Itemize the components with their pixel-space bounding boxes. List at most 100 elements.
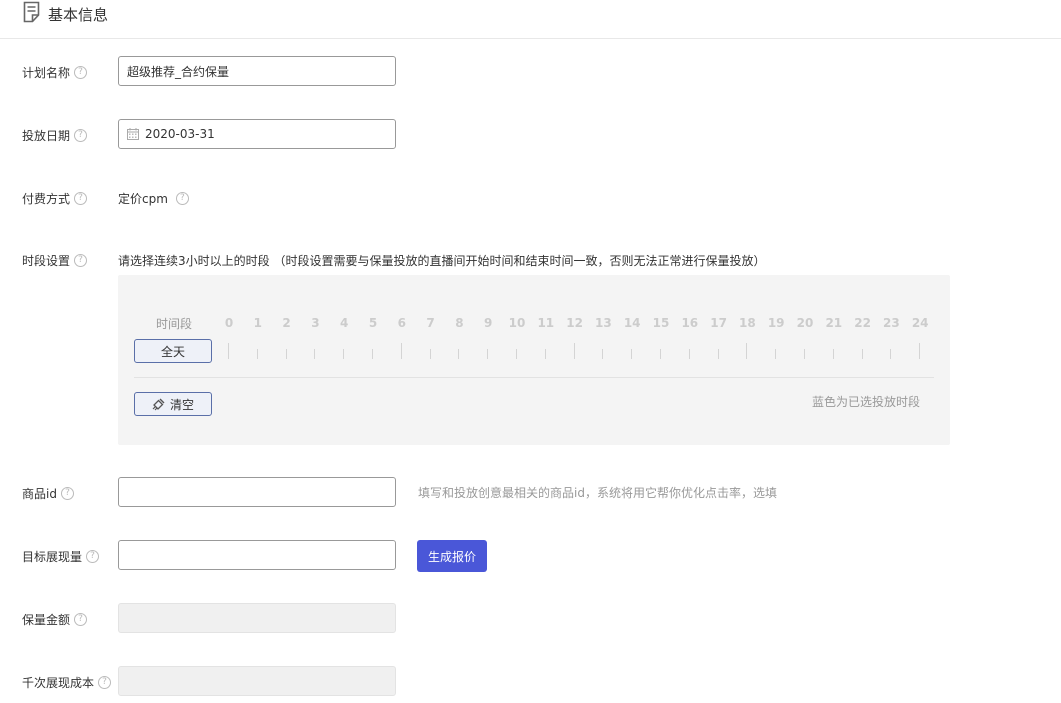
hour-tick (285, 349, 287, 359)
hour-label: 3 (311, 316, 320, 330)
help-icon[interactable]: ? (74, 613, 88, 626)
pay-label: 付费方式 ? (22, 190, 88, 207)
hour-tick (372, 349, 373, 359)
section-title: 基本信息 (48, 6, 109, 24)
date-picker[interactable]: 2020-03-31 (118, 119, 396, 149)
generate-quote-button[interactable]: 生成报价 (417, 540, 487, 572)
plan-name-label: 计划名称 ? (22, 64, 88, 81)
target-label: 目标展现量 ? (22, 548, 100, 565)
hour-tick (861, 349, 863, 359)
hour-label: 4 (340, 316, 349, 330)
hour-label: 17 (710, 316, 727, 330)
hour-label: 21 (825, 316, 843, 330)
hour-tick (775, 349, 777, 359)
product-label: 商品id ? (22, 485, 74, 502)
all-day-button[interactable]: 全天 (134, 339, 212, 363)
hour-label: 9 (484, 316, 493, 330)
hour-label: 19 (767, 316, 785, 330)
hour-label: 18 (739, 316, 756, 330)
cpm-label-text: 千次展现成本 (22, 676, 95, 690)
hour-tick (314, 349, 316, 359)
schedule-divider (134, 377, 934, 378)
hour-label: 8 (455, 316, 464, 330)
product-helper-text: 填写和投放创意最相关的商品id，系统将用它帮你优化点击率，选填 (418, 486, 777, 500)
hour-tick (573, 343, 575, 359)
amount-label: 保量金额 ? (22, 611, 88, 628)
generate-quote-label: 生成报价 (427, 549, 476, 564)
product-id-input[interactable] (118, 477, 396, 507)
hour-tick (660, 349, 661, 359)
date-value: 2020-03-31 (145, 127, 215, 141)
cpm-field (118, 666, 396, 696)
plan-name-value: 超级推荐_合约保量 (127, 64, 230, 79)
help-icon[interactable]: ? (74, 192, 88, 205)
section-header: 基本信息 (0, 0, 1061, 39)
hour-label: 24 (911, 316, 929, 330)
hour-tick (602, 349, 604, 359)
pay-label-text: 付费方式 (22, 192, 71, 206)
selection-hint: 蓝色为已选投放时段 (811, 395, 920, 409)
help-icon[interactable]: ? (98, 676, 112, 689)
hour-label: 20 (796, 316, 814, 330)
amount-label-text: 保量金额 (22, 613, 71, 627)
target-impressions-input[interactable] (118, 540, 396, 570)
hour-label: 0 (224, 316, 234, 330)
hour-label: 14 (623, 316, 641, 330)
hour-tick (919, 343, 921, 359)
hour-label: 7 (426, 316, 435, 330)
calendar-icon (127, 128, 139, 140)
time-label-text: 时段设置 (22, 254, 71, 268)
plan-name-input[interactable]: 超级推荐_合约保量 (118, 56, 396, 86)
hour-label: 12 (566, 316, 583, 330)
hour-label: 2 (282, 316, 291, 330)
hour-tick (804, 349, 805, 359)
hour-tick (746, 343, 748, 359)
hour-tick (228, 343, 229, 359)
hour-tick (256, 349, 258, 359)
hour-tick (429, 349, 431, 359)
date-label-text: 投放日期 (22, 129, 71, 143)
hour-axis: 0 1 2 3 4 5 6 7 8 9 10 11 12 13 14 15 16 17 18 19 20 21 22 23 24 (221, 316, 929, 330)
schedule-panel: 时间段 0 1 2 3 4 5 6 7 8 9 10 11 12 13 14 15 16 17 18 19 20 21 22… (118, 275, 950, 445)
clear-button[interactable]: 清空 (134, 392, 212, 416)
hour-tick (343, 349, 345, 359)
target-label-text: 目标展现量 (22, 550, 83, 564)
help-icon[interactable]: ? (175, 192, 189, 205)
hour-tick (832, 349, 834, 359)
hour-tick (516, 349, 517, 359)
hour-label: 5 (368, 316, 378, 330)
help-icon[interactable]: ? (86, 550, 100, 563)
help-icon[interactable]: ? (74, 254, 88, 267)
product-label-text: 商品id (22, 487, 57, 501)
cpm-label: 千次展现成本 ? (22, 674, 112, 691)
time-label: 时段设置 ? (22, 252, 88, 269)
hour-label: 22 (854, 316, 871, 330)
help-icon[interactable]: ? (74, 66, 88, 79)
hour-tick (717, 349, 719, 359)
pay-value-row: 定价cpm ? (118, 190, 189, 207)
hour-label: 23 (883, 316, 900, 330)
hour-label: 1 (253, 316, 262, 330)
plan-name-label-text: 计划名称 (22, 66, 71, 80)
hour-tick (688, 349, 690, 359)
hour-label: 16 (681, 316, 699, 330)
hour-label: 11 (537, 316, 555, 330)
schedule-timeline[interactable] (228, 343, 921, 359)
time-range-label: 时间段 (156, 317, 193, 331)
help-icon[interactable]: ? (74, 129, 88, 142)
hour-label: 10 (508, 316, 526, 330)
hour-label: 15 (652, 316, 670, 330)
hour-label: 6 (397, 316, 406, 330)
time-description: 请选择连续3小时以上的时段 （时段设置需要与保量投放的直播间开始时间和结束时间一… (118, 254, 766, 268)
document-icon (23, 1, 40, 23)
hour-tick (631, 349, 633, 359)
hour-tick (458, 349, 460, 359)
hour-tick (890, 349, 892, 359)
pay-value: 定价cpm (118, 192, 168, 206)
amount-field (118, 603, 396, 633)
help-icon[interactable]: ? (60, 487, 74, 500)
clear-icon (152, 398, 165, 410)
all-day-label: 全天 (160, 344, 185, 359)
hour-tick (487, 349, 489, 359)
date-label: 投放日期 ? (22, 127, 88, 144)
